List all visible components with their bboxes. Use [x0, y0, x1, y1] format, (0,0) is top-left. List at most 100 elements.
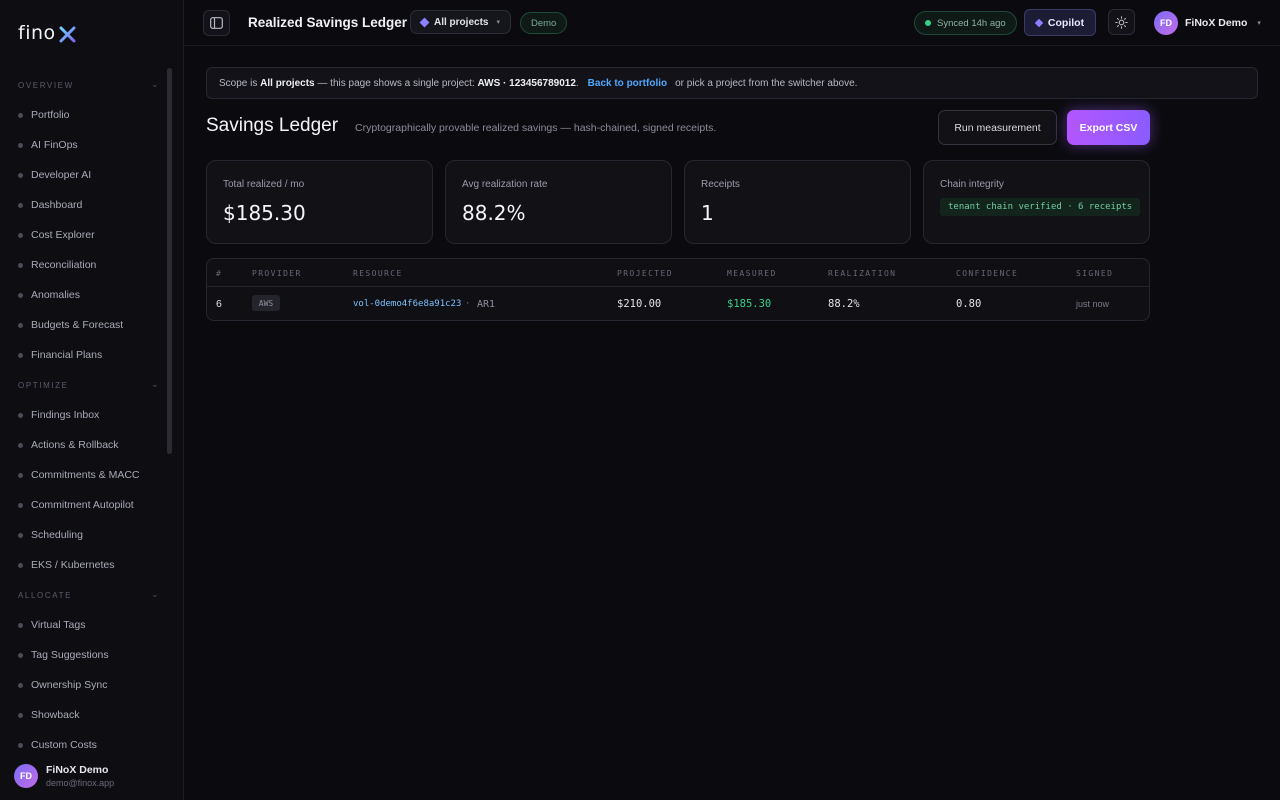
- sidebar-item-developer-ai[interactable]: Developer AI: [0, 160, 172, 190]
- sidebar-item-cost-explorer[interactable]: Cost Explorer: [0, 220, 172, 250]
- sidebar-item-label: Scheduling: [31, 529, 83, 541]
- chevron-down-icon: ⌄: [151, 79, 159, 89]
- stat-value: 88.2%: [462, 201, 526, 225]
- sync-dot-icon: [925, 20, 931, 26]
- sidebar-item-virtual-tags[interactable]: Virtual Tags: [0, 610, 172, 640]
- diamond-icon: [1034, 18, 1044, 27]
- sidebar-item-label: Developer AI: [31, 169, 92, 181]
- sidebar-item-label: Ownership Sync: [31, 679, 108, 691]
- table-header: # PROVIDER RESOURCE PROJECTED MEASURED R…: [207, 259, 1149, 287]
- run-measurement-button[interactable]: Run measurement: [938, 110, 1057, 145]
- chevron-down-icon: ⌄: [151, 379, 159, 389]
- logo[interactable]: fino: [18, 22, 76, 44]
- sidebar-item-label: AI FinOps: [31, 139, 78, 151]
- export-csv-button[interactable]: Export CSV: [1067, 110, 1150, 145]
- bullet-icon: [18, 562, 23, 568]
- sidebar-item-findings-inbox[interactable]: Findings Inbox: [0, 400, 172, 430]
- sidebar-item-label: Tag Suggestions: [31, 649, 109, 661]
- avatar: FD: [14, 764, 38, 788]
- user-menu[interactable]: FD FiNoX Demo ▾: [1154, 11, 1261, 35]
- bullet-icon: [18, 532, 23, 538]
- sidebar-item-portfolio[interactable]: Portfolio: [0, 100, 172, 130]
- row-number: 6: [216, 298, 222, 310]
- sidebar-toggle-icon: [210, 17, 223, 29]
- sidebar-nav: OVERVIEW ⌄ Portfolio AI FinOps Developer AI D…: [0, 70, 172, 755]
- bullet-icon: [18, 352, 23, 358]
- bullet-icon: [18, 502, 23, 508]
- sidebar-item-reconciliation[interactable]: Reconciliation: [0, 250, 172, 280]
- sidebar-item-commitment-autopilot[interactable]: Commitment Autopilot: [0, 490, 172, 520]
- bullet-icon: [18, 172, 23, 178]
- bullet-icon: [18, 232, 23, 238]
- sync-status-badge: Synced 14h ago: [914, 11, 1017, 35]
- nav-section-label: ALLOCATE: [18, 591, 72, 600]
- sidebar-item-label: EKS / Kubernetes: [31, 559, 115, 571]
- sidebar-item-ownership-sync[interactable]: Ownership Sync: [0, 670, 172, 700]
- banner-project: AWS · 123456789012: [477, 77, 576, 89]
- bullet-icon: [18, 412, 23, 418]
- user-menu-name: FiNoX Demo: [1185, 17, 1248, 29]
- resource-separator: ·: [465, 299, 471, 309]
- provider-badge: AWS: [252, 295, 280, 311]
- sidebar-item-budgets-forecast[interactable]: Budgets & Forecast: [0, 310, 172, 340]
- banner-suffix: or pick a project from the switcher abov…: [675, 77, 858, 89]
- resource-id-link[interactable]: vol-0demo4f6e8a91c23: [353, 299, 461, 309]
- measured-value: $185.30: [727, 298, 772, 310]
- sidebar-item-tag-suggestions[interactable]: Tag Suggestions: [0, 640, 172, 670]
- column-header: SIGNED: [1076, 269, 1114, 278]
- page-heading: Savings Ledger: [206, 115, 339, 136]
- sidebar-item-actions-rollback[interactable]: Actions & Rollback: [0, 430, 172, 460]
- chevron-down-icon: ⌄: [151, 589, 159, 599]
- stat-card-total-realized: Total realized / mo $185.30: [206, 160, 433, 244]
- sidebar-item-label: Virtual Tags: [31, 619, 86, 631]
- sidebar-item-financial-plans[interactable]: Financial Plans: [0, 340, 172, 370]
- sidebar-item-dashboard[interactable]: Dashboard: [0, 190, 172, 220]
- nav-section-allocate[interactable]: ALLOCATE ⌄: [0, 580, 172, 610]
- sidebar-item-label: Commitments & MACC: [31, 469, 140, 481]
- sidebar-item-scheduling[interactable]: Scheduling: [0, 520, 172, 550]
- logo-x-icon: [59, 26, 76, 42]
- sidebar-toggle-button[interactable]: [203, 10, 230, 36]
- user-email: demo@finox.app: [46, 778, 115, 788]
- sidebar-item-eks-kubernetes[interactable]: EKS / Kubernetes: [0, 550, 172, 580]
- bullet-icon: [18, 622, 23, 628]
- sidebar-item-anomalies[interactable]: Anomalies: [0, 280, 172, 310]
- bullet-icon: [18, 682, 23, 688]
- bullet-icon: [18, 712, 23, 718]
- sidebar-item-label: Showback: [31, 709, 80, 721]
- banner-prefix: Scope is: [219, 77, 261, 89]
- stat-card-chain-integrity: Chain integrity tenant chain verified · …: [923, 160, 1150, 244]
- column-header: REALIZATION: [828, 269, 897, 278]
- realization-value: 88.2%: [828, 298, 860, 310]
- avatar: FD: [1154, 11, 1178, 35]
- bullet-icon: [18, 112, 23, 118]
- sidebar-item-commitments-macc[interactable]: Commitments & MACC: [0, 460, 172, 490]
- nav-section-optimize[interactable]: OPTIMIZE ⌄: [0, 370, 172, 400]
- sun-icon: [1115, 15, 1128, 29]
- stat-label: Avg realization rate: [462, 179, 548, 190]
- chain-verified-badge: tenant chain verified · 6 receipts: [940, 198, 1141, 216]
- bullet-icon: [18, 322, 23, 328]
- sidebar-item-label: Findings Inbox: [31, 409, 100, 421]
- stat-value: 1: [701, 201, 714, 225]
- sync-status-text: Synced 14h ago: [937, 17, 1006, 29]
- column-header: #: [216, 269, 223, 278]
- stat-label: Chain integrity: [940, 179, 1004, 190]
- project-switcher[interactable]: All projects ▾: [410, 10, 511, 34]
- back-to-portfolio-link[interactable]: Back to portfolio: [588, 78, 667, 89]
- sidebar-item-ai-finops[interactable]: AI FinOps: [0, 130, 172, 160]
- nav-section-overview[interactable]: OVERVIEW ⌄: [0, 70, 172, 100]
- sidebar-item-showback[interactable]: Showback: [0, 700, 172, 730]
- copilot-button[interactable]: Copilot: [1024, 9, 1096, 36]
- sidebar-user[interactable]: FD FiNoX Demo demo@finox.app: [0, 752, 183, 800]
- signed-time: just now: [1076, 299, 1110, 309]
- nav-section-label: OPTIMIZE: [18, 381, 69, 390]
- sidebar-item-label: Portfolio: [31, 109, 70, 121]
- theme-toggle-button[interactable]: [1108, 9, 1135, 35]
- sidebar-item-label: Commitment Autopilot: [31, 499, 134, 511]
- projected-value: $210.00: [617, 298, 662, 310]
- stat-label: Receipts: [701, 179, 740, 190]
- sidebar-scrollbar[interactable]: [167, 68, 172, 454]
- column-header: PROJECTED: [617, 269, 673, 278]
- sidebar-item-label: Actions & Rollback: [31, 439, 119, 451]
